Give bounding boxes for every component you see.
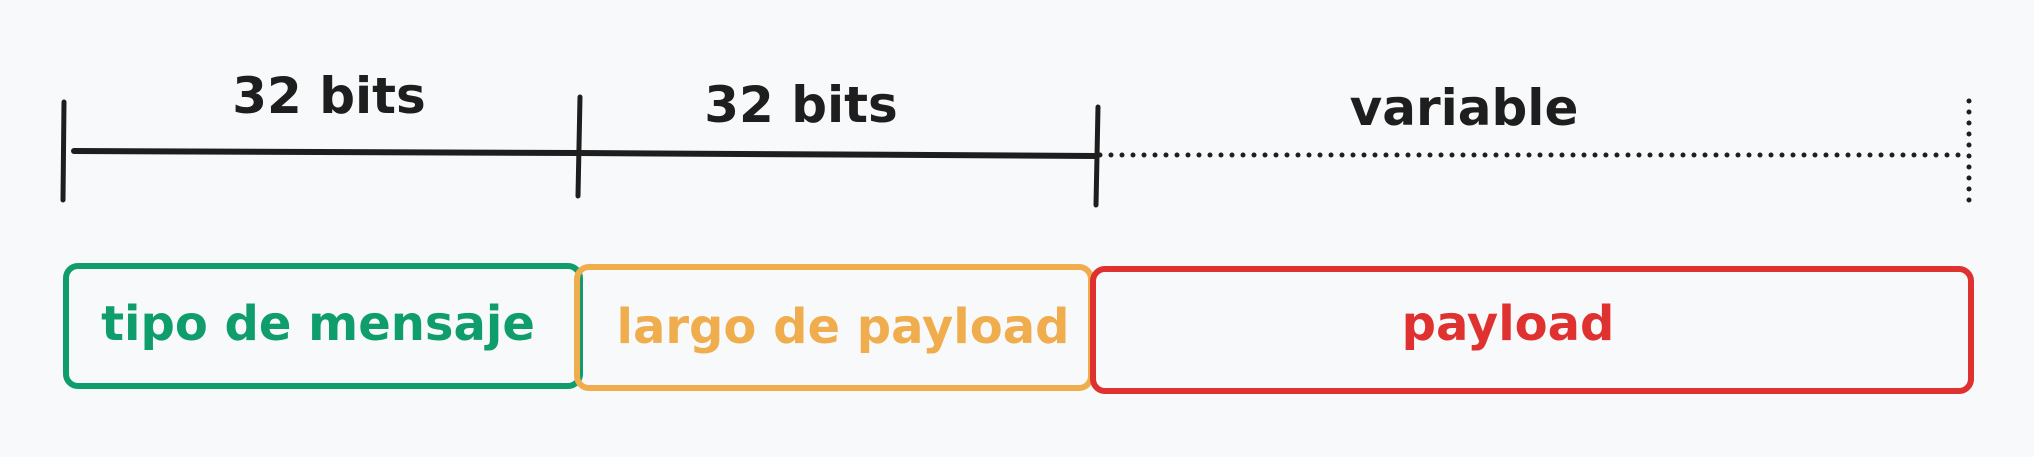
ruler-tick-start	[60, 99, 67, 203]
ruler-segment-1-label: 32 bits	[232, 67, 426, 125]
field-boxes: tipo de mensaje largo de payload payload	[63, 263, 1974, 394]
field-label-tipo-de-mensaje: tipo de mensaje	[101, 296, 535, 352]
ruler-segment-1-line	[71, 148, 581, 156]
ruler-segment-2-line	[575, 150, 1099, 159]
ruler-segment-2-label: 32 bits	[704, 76, 898, 134]
ruler-segment-3-label: variable	[1350, 79, 1579, 137]
field-label-largo-de-payload: largo de payload	[617, 299, 1070, 355]
packet-format-diagram: 32 bits 32 bits variable tipo de mensaje…	[60, 67, 1974, 394]
field-label-payload: payload	[1402, 296, 1615, 352]
ruler-tick-32	[575, 94, 583, 199]
ruler: 32 bits 32 bits variable	[60, 67, 1972, 208]
